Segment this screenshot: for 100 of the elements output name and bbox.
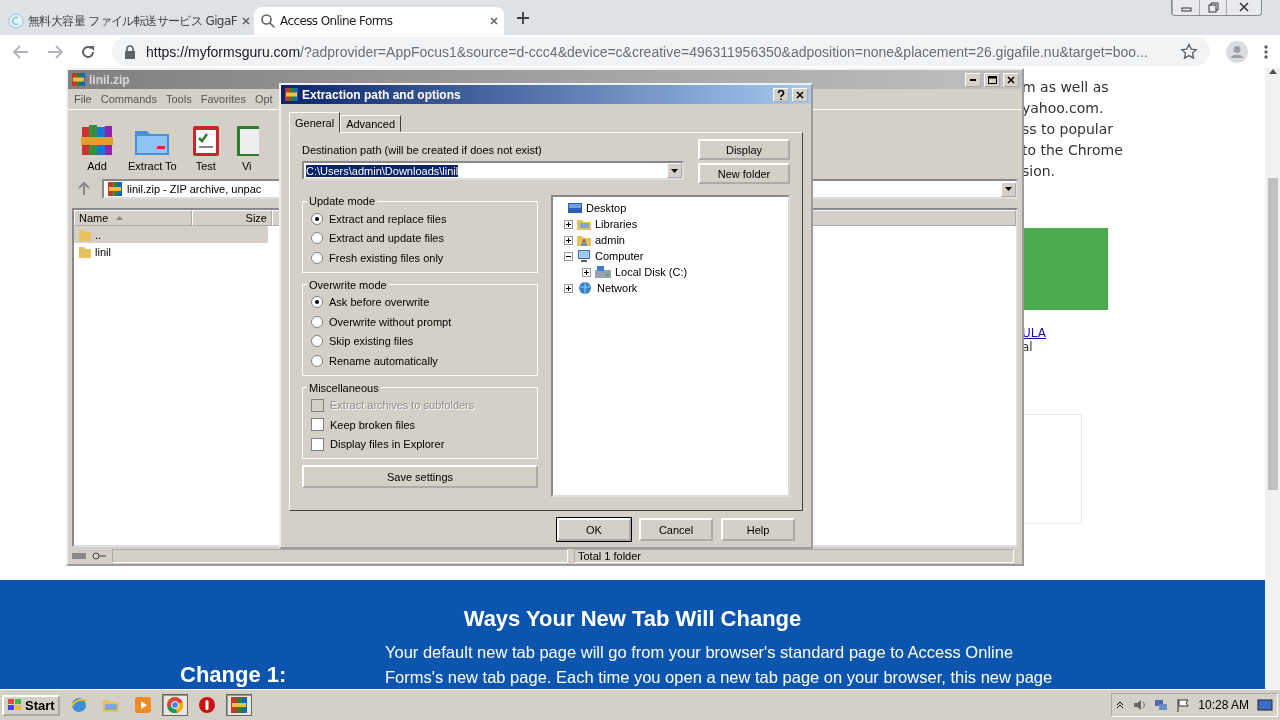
change-heading: Change 1: — [180, 661, 287, 688]
minimize-button[interactable] — [965, 72, 981, 87]
menu-item[interactable]: Favorites — [200, 93, 246, 105]
toolbar-button[interactable]: Extract To — [128, 125, 177, 172]
close-icon — [1007, 75, 1015, 84]
dialog-button[interactable]: Help — [721, 518, 795, 541]
dialog-button[interactable]: Cancel — [639, 518, 713, 541]
network-icon[interactable] — [1154, 698, 1169, 712]
show-desktop-icon[interactable] — [1257, 698, 1273, 712]
search-icon — [260, 13, 276, 29]
side-button[interactable]: New folder — [698, 163, 790, 184]
tree-item[interactable]: Network — [597, 282, 638, 294]
menu-item[interactable]: File — [74, 93, 92, 105]
column-header[interactable]: Name — [74, 210, 192, 226]
radio-button[interactable] — [311, 212, 323, 225]
globe-icon — [69, 696, 88, 714]
checkbox[interactable] — [311, 418, 324, 432]
close-icon — [796, 90, 804, 99]
radio-button[interactable] — [311, 354, 323, 367]
path-combo[interactable]: C:\Users\admin\Downloads\linil — [302, 161, 684, 180]
new-tab-icon[interactable] — [516, 10, 530, 25]
option-label[interactable]: Skip existing files — [329, 335, 414, 348]
toolbar-button[interactable]: Test — [190, 123, 221, 172]
expand-icon[interactable] — [582, 267, 591, 277]
option-label[interactable]: Overwrite without prompt — [329, 315, 452, 328]
radio-button[interactable] — [311, 335, 323, 348]
dialog-title: Extraction path and options — [302, 87, 462, 102]
tree-item[interactable]: Libraries — [595, 218, 638, 230]
speaker-icon[interactable] — [1132, 698, 1147, 712]
network-icon — [576, 281, 594, 295]
scroll-thumb[interactable] — [1267, 178, 1278, 490]
dialog-button[interactable]: OK — [557, 518, 631, 541]
column-header[interactable]: Size — [192, 210, 272, 226]
clock[interactable]: 10:28 AM — [1198, 698, 1249, 712]
scrollbar[interactable] — [1265, 68, 1280, 689]
address-bar[interactable]: https://myformsguru.com/?adprovider=AppFocus1&source=d-ccc4&device=c&creative=496311956350&adposition=none&placement=26.gigafile.nu&target=boo... — [112, 37, 1210, 66]
expand-icon[interactable] — [564, 283, 573, 293]
caret-icon — [671, 168, 678, 173]
star-icon[interactable] — [1180, 42, 1198, 61]
flag-icon[interactable] — [1176, 698, 1191, 712]
dropdown-button[interactable] — [1001, 181, 1016, 197]
option-label[interactable]: Ask before overwrite — [329, 296, 430, 309]
option-label[interactable]: Keep broken files — [330, 418, 415, 431]
maximize-icon — [987, 75, 997, 84]
computer-icon — [576, 249, 592, 263]
radio-button[interactable] — [311, 315, 323, 328]
reload-icon[interactable] — [80, 43, 96, 60]
collapse-icon[interactable] — [564, 251, 573, 261]
help-icon — [777, 89, 785, 100]
tree-item[interactable]: Desktop — [586, 202, 627, 214]
menu-icon[interactable] — [1264, 43, 1268, 60]
expand-icon[interactable] — [564, 219, 573, 229]
caret-icon — [1005, 187, 1012, 191]
folder-icon — [78, 244, 92, 259]
option-label[interactable]: Extract and update files — [329, 232, 444, 245]
close-button[interactable] — [1003, 72, 1019, 87]
taskbar-button[interactable] — [161, 694, 188, 716]
expand-icon[interactable] — [564, 235, 573, 245]
radio-button[interactable] — [311, 232, 323, 245]
desktop-icon — [567, 201, 583, 215]
tab[interactable]: Advanced — [340, 115, 402, 132]
drive-icon — [72, 551, 86, 560]
tree-item[interactable]: Computer — [595, 250, 644, 262]
start-button[interactable]: Start — [2, 694, 60, 716]
tree-item[interactable]: admin — [595, 234, 625, 246]
close-button[interactable] — [792, 87, 808, 102]
tree-item[interactable]: Local Disk (C:) — [615, 266, 688, 278]
option-label[interactable]: Fresh existing files only — [329, 251, 444, 264]
windows-logo-icon — [7, 698, 23, 712]
field-label: Destination path (will be created if does not exist) — [302, 144, 543, 156]
tab[interactable]: General — [289, 112, 341, 133]
help-button[interactable] — [773, 87, 789, 102]
menu-item[interactable]: Tools — [166, 93, 192, 105]
menu-item[interactable]: Opt — [254, 93, 273, 105]
save-settings-button[interactable]: Save settings — [302, 465, 538, 488]
browser-tab[interactable]: Access Online Forms — [254, 7, 504, 35]
site-icon — [8, 13, 24, 29]
key-icon — [92, 551, 106, 560]
chevron-up-icon[interactable] — [1116, 701, 1125, 709]
chrome-icon — [165, 696, 184, 714]
taskbar-button[interactable] — [225, 694, 252, 716]
maximize-button[interactable] — [984, 72, 1000, 87]
side-button[interactable]: Display — [698, 139, 790, 160]
browser-tab[interactable]: 無料大容量 ファイル転送サービス GigaF — [2, 7, 252, 35]
minimize-icon — [970, 78, 976, 81]
option-label[interactable]: Extract and replace files — [329, 212, 447, 225]
file-row[interactable]: linil — [74, 243, 268, 260]
option-label[interactable]: Rename automatically — [329, 354, 438, 367]
radio-button[interactable] — [311, 251, 323, 264]
menu-item[interactable]: Commands — [100, 93, 157, 105]
option-label[interactable]: Display files in Explorer — [330, 438, 445, 451]
checkbox[interactable] — [311, 437, 324, 451]
toolbar-button[interactable]: Vi — [234, 123, 259, 172]
close-icon[interactable] — [240, 16, 251, 26]
toolbar-button[interactable]: Add — [80, 123, 114, 172]
stop-icon — [197, 696, 216, 714]
close-icon[interactable] — [489, 16, 499, 26]
avatar-icon[interactable] — [1226, 40, 1248, 63]
file-row[interactable]: .. — [74, 226, 268, 243]
radio-button[interactable] — [311, 296, 323, 309]
